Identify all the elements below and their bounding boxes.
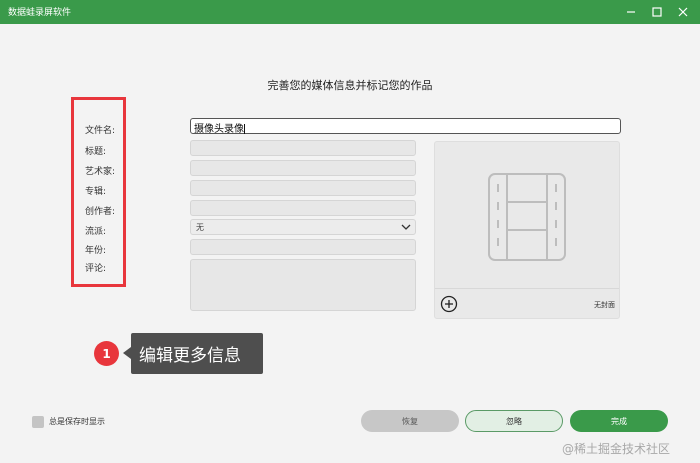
year-label: 年份: [85,246,107,256]
tip-callout: 编辑更多信息 [131,333,263,374]
creator-input[interactable] [190,200,416,216]
cover-divider [435,288,619,289]
creator-label: 创作者: [85,207,116,217]
tip-number-badge: 1 [94,341,119,366]
minimize-icon [627,11,635,13]
close-icon [678,7,688,17]
filename-input[interactable]: 摄像头录像 [190,118,621,135]
cover-art-panel[interactable]: 无封面 [434,141,620,319]
comment-label: 评论: [85,264,107,274]
restore-button[interactable]: 恢复 [361,410,459,432]
genre-selected-value: 无 [196,223,204,232]
comment-textarea[interactable] [190,259,416,311]
artist-label: 艺术家: [85,167,116,177]
add-circle-icon[interactable] [440,295,458,313]
title-bar: 数据蛙录屏软件 [0,0,700,24]
album-label: 专辑: [85,187,107,197]
done-button[interactable]: 完成 [570,410,668,432]
no-cover-label: 无封面 [594,301,615,309]
text-cursor [244,124,245,134]
tip-pointer [123,347,131,359]
filename-value: 摄像头录像 [194,124,244,135]
minimize-button[interactable] [618,0,644,24]
close-button[interactable] [670,0,696,24]
tip-text: 编辑更多信息 [139,346,241,366]
maximize-button[interactable] [644,0,670,24]
always-show-checkbox[interactable] [32,416,44,428]
genre-select[interactable]: 无 [190,219,416,235]
page-heading: 完善您的媒体信息并标记您的作品 [267,79,433,92]
always-show-label: 总是保存时显示 [49,417,105,426]
album-input[interactable] [190,180,416,196]
watermark: @稀土掘金技术社区 [562,442,671,456]
chevron-down-icon [401,224,411,230]
year-input[interactable] [190,239,416,255]
filename-label: 文件名: [85,126,116,136]
title-input[interactable] [190,140,416,156]
genre-label: 流派: [85,227,107,237]
window-title: 数据蛙录屏软件 [8,8,72,18]
title-label: 标题: [85,147,107,157]
artist-input[interactable] [190,160,416,176]
maximize-icon [652,7,662,17]
ignore-button[interactable]: 忽略 [465,410,563,432]
film-placeholder-icon [488,173,566,261]
